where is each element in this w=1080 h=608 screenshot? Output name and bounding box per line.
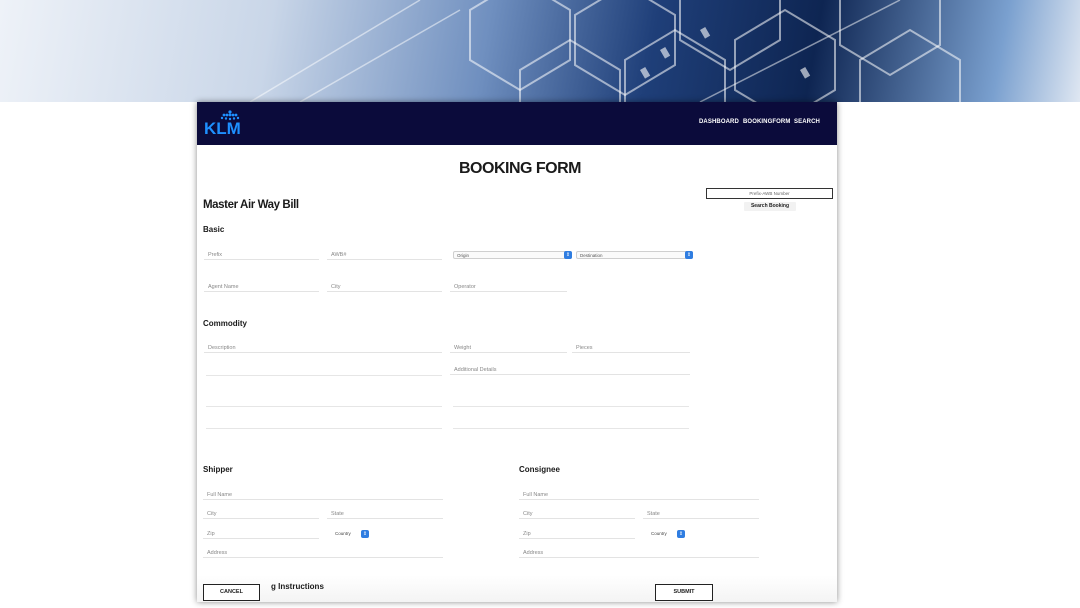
consignee-heading: Consignee bbox=[519, 465, 560, 474]
shipper-address-field[interactable]: Address bbox=[203, 548, 443, 558]
weight-field[interactable]: Weight bbox=[450, 343, 567, 353]
description-field[interactable]: Description bbox=[204, 343, 442, 353]
shipper-country-label: Country bbox=[335, 531, 351, 536]
shipper-full-name-field[interactable]: Full Name bbox=[203, 490, 443, 500]
city-field[interactable]: City bbox=[327, 282, 442, 292]
select-arrow-icon: ⇕ bbox=[361, 530, 369, 538]
select-arrow-icon: ⇕ bbox=[685, 251, 693, 259]
hexagon-pattern bbox=[249, 0, 961, 102]
description-line bbox=[206, 375, 442, 376]
origin-label: Origin bbox=[457, 253, 470, 258]
nav-dashboard[interactable]: DASHBOARD bbox=[699, 119, 739, 125]
nav-search[interactable]: SEARCH bbox=[794, 119, 820, 125]
consignee-city-field[interactable]: City bbox=[519, 509, 635, 519]
additional-details-field[interactable]: Additional Details bbox=[450, 365, 690, 375]
submit-button[interactable]: SUBMIT bbox=[655, 584, 713, 601]
basic-heading: Basic bbox=[203, 225, 225, 234]
brand-name: KLM bbox=[204, 119, 241, 138]
shipper-heading: Shipper bbox=[203, 465, 233, 474]
shipper-zip-field[interactable]: Zip bbox=[203, 529, 319, 539]
select-arrow-icon: ⇕ bbox=[564, 251, 572, 259]
awb-search-input[interactable]: Prefix-AWB Number bbox=[706, 188, 833, 199]
cancel-button[interactable]: CANCEL bbox=[203, 584, 260, 601]
shipper-country-select[interactable]: Country ⇕ bbox=[335, 530, 369, 538]
consignee-zip-field[interactable]: Zip bbox=[519, 529, 635, 539]
handling-instructions-heading: g Instructions bbox=[271, 582, 324, 591]
prefix-field[interactable]: Prefix bbox=[204, 250, 319, 260]
destination-select[interactable]: Destination ⇕ bbox=[576, 251, 693, 259]
operator-field[interactable]: Operator bbox=[450, 282, 567, 292]
additional-details-line bbox=[453, 428, 689, 429]
destination-label: Destination bbox=[580, 253, 603, 258]
navbar: KLM DASHBOARD BOOKINGFORM SEARCH bbox=[197, 102, 837, 145]
description-line bbox=[206, 406, 442, 407]
shipper-state-field[interactable]: State bbox=[327, 509, 443, 519]
commodity-heading: Commodity bbox=[203, 319, 247, 328]
search-booking-button[interactable]: Search Booking bbox=[744, 202, 796, 211]
booking-app-window: KLM DASHBOARD BOOKINGFORM SEARCH BOOKING… bbox=[197, 102, 837, 602]
agent-name-field[interactable]: Agent Name bbox=[204, 282, 319, 292]
consignee-full-name-field[interactable]: Full Name bbox=[519, 490, 759, 500]
consignee-country-label: Country bbox=[651, 531, 667, 536]
hero-banner bbox=[0, 0, 1080, 102]
shipper-city-field[interactable]: City bbox=[203, 509, 319, 519]
page-title: BOOKING FORM bbox=[459, 160, 582, 177]
consignee-state-field[interactable]: State bbox=[643, 509, 759, 519]
additional-details-line bbox=[453, 406, 689, 407]
awb-field[interactable]: AWB# bbox=[327, 250, 442, 260]
consignee-address-field[interactable]: Address bbox=[519, 548, 759, 558]
klm-logo[interactable]: KLM bbox=[204, 109, 256, 139]
consignee-country-select[interactable]: Country ⇕ bbox=[651, 530, 685, 538]
pieces-field[interactable]: Pieces bbox=[572, 343, 690, 353]
section-title: Master Air Way Bill bbox=[203, 199, 299, 211]
select-arrow-icon: ⇕ bbox=[677, 530, 685, 538]
description-line bbox=[206, 428, 442, 429]
nav-bookingform[interactable]: BOOKINGFORM bbox=[743, 119, 790, 125]
origin-select[interactable]: Origin ⇕ bbox=[453, 251, 572, 259]
